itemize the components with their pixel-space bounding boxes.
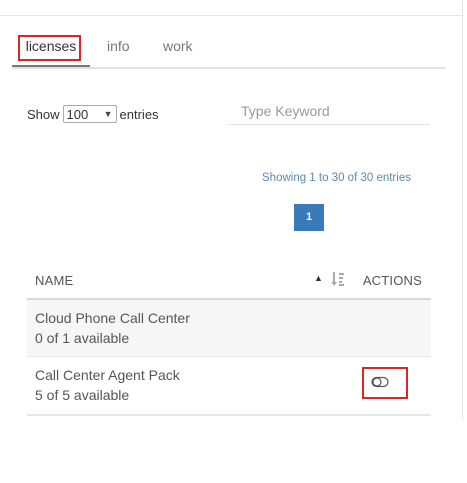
tab-bar: licenses info work bbox=[12, 33, 445, 69]
tab-info[interactable]: info bbox=[107, 33, 130, 65]
length-menu-prefix: Show bbox=[27, 106, 60, 122]
tab-info-label: info bbox=[107, 38, 130, 54]
length-menu-suffix: entries bbox=[119, 106, 159, 122]
table-info: Showing 1 to 30 of 30 entries bbox=[262, 172, 411, 184]
tab-licenses[interactable]: licenses bbox=[12, 33, 90, 67]
active-tab-indicator bbox=[12, 65, 90, 67]
length-menu: Show 100 ▼ entries bbox=[27, 105, 159, 123]
tab-work-label: work bbox=[163, 38, 193, 54]
sort-ascending-icon[interactable]: ▲ bbox=[314, 273, 323, 283]
pagination-page-button[interactable]: 1 bbox=[294, 204, 324, 231]
column-header-actions: ACTIONS bbox=[362, 273, 422, 288]
tab-licenses-label: licenses bbox=[25, 38, 77, 54]
entries-select[interactable]: 100 ▼ bbox=[62, 105, 117, 123]
entries-select-value: 100 bbox=[66, 106, 89, 122]
sort-icon[interactable] bbox=[331, 271, 345, 287]
toggle-icon[interactable] bbox=[371, 376, 389, 388]
panel-border bbox=[462, 0, 463, 420]
tab-work[interactable]: work bbox=[163, 33, 193, 65]
column-header-name[interactable]: NAME bbox=[35, 273, 73, 288]
table-header: NAME ▲ ACTIONS bbox=[27, 262, 431, 300]
caret-down-icon: ▼ bbox=[103, 109, 113, 119]
header-divider bbox=[0, 15, 463, 16]
search-input[interactable] bbox=[229, 98, 430, 125]
license-availability: 0 of 1 available bbox=[35, 330, 130, 346]
license-availability: 5 of 5 available bbox=[35, 387, 130, 403]
license-name: Call Center Agent Pack bbox=[35, 367, 180, 383]
license-name: Cloud Phone Call Center bbox=[35, 310, 190, 326]
table-row[interactable]: Cloud Phone Call Center 0 of 1 available bbox=[27, 300, 431, 357]
